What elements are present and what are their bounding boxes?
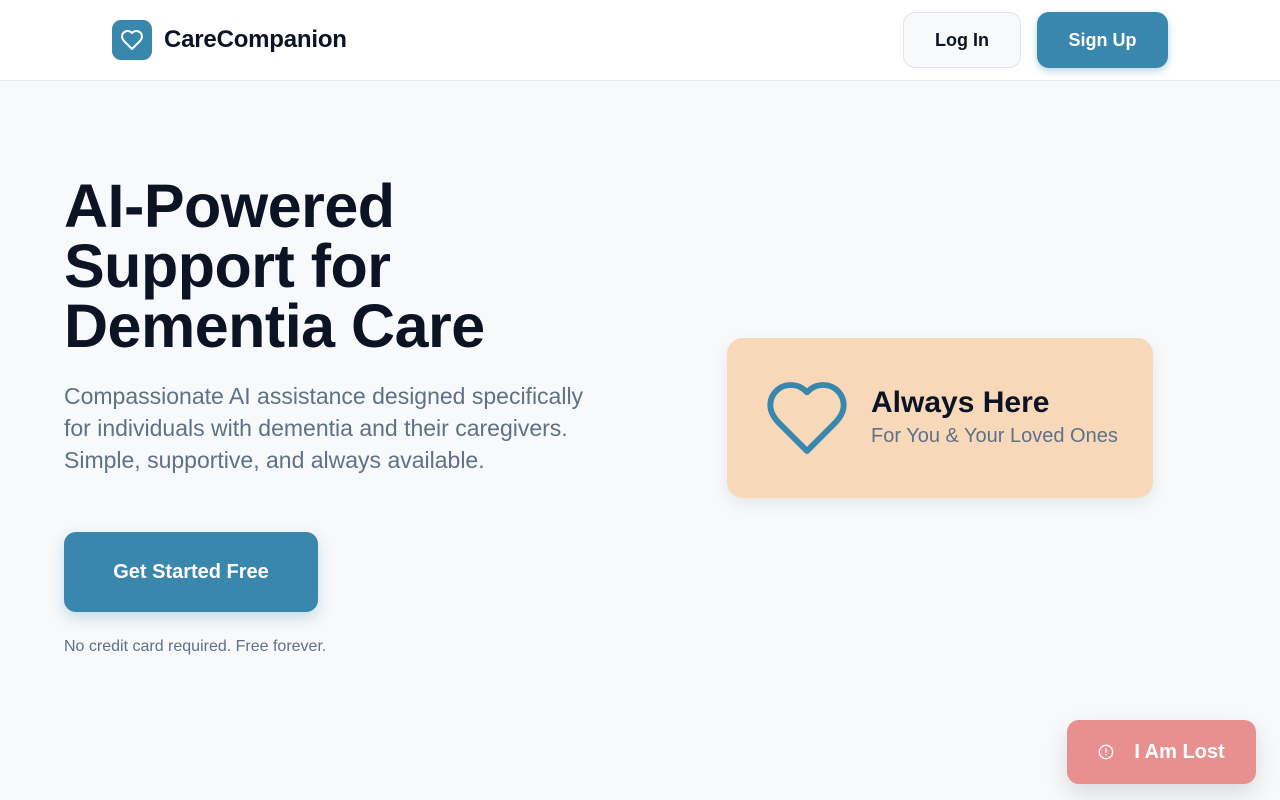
brand-name: CareCompanion	[164, 26, 347, 53]
i-am-lost-label: I Am Lost	[1134, 740, 1225, 763]
top-nav: CareCompanion Log In Sign Up	[0, 0, 1280, 81]
brand[interactable]: CareCompanion	[112, 20, 347, 60]
signup-button[interactable]: Sign Up	[1037, 12, 1168, 68]
cta-note: No credit card required. Free forever.	[64, 638, 327, 655]
hero-title: AI-Powered Support for Dementia Care	[64, 172, 485, 360]
get-started-button[interactable]: Get Started Free	[64, 532, 318, 612]
hero-subtitle: Compassionate AI assistance designed spe…	[64, 383, 584, 473]
alert-circle-icon	[1098, 744, 1114, 760]
always-here-card: Always Here For You & Your Loved Ones	[727, 338, 1153, 498]
card-title: Always Here	[871, 386, 1050, 419]
heart-outline-icon	[767, 382, 847, 454]
card-subtitle: For You & Your Loved Ones	[871, 425, 1118, 447]
login-button[interactable]: Log In	[903, 12, 1021, 68]
heart-icon	[112, 20, 152, 60]
i-am-lost-button[interactable]: I Am Lost	[1067, 720, 1256, 784]
